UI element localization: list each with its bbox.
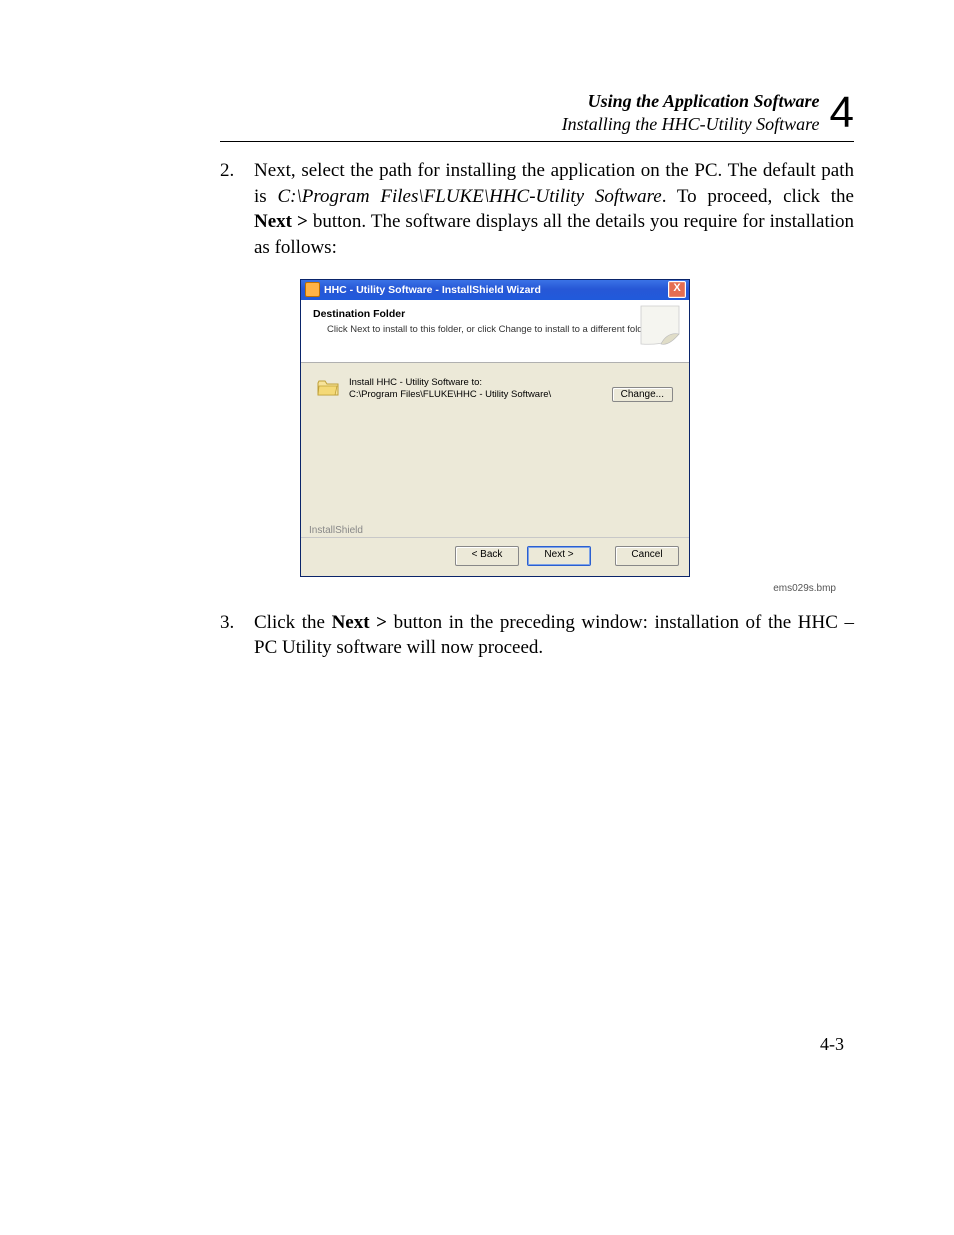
back-button[interactable]: < Back <box>455 546 519 566</box>
step-number: 2. <box>220 158 254 261</box>
next-button-ref: Next > <box>254 211 308 232</box>
window-title: HHC - Utility Software - InstallShield W… <box>324 284 541 296</box>
page-curl-icon <box>639 304 683 348</box>
step-text: Next, select the path for installing the… <box>254 158 854 261</box>
install-to-label: Install HHC - Utility Software to: <box>349 377 602 389</box>
banner-subtitle: Click Next to install to this folder, or… <box>327 324 679 335</box>
app-icon <box>305 282 320 297</box>
titlebar[interactable]: HHC - Utility Software - InstallShield W… <box>301 280 689 300</box>
cancel-button[interactable]: Cancel <box>615 546 679 566</box>
install-path-value: C:\Program Files\FLUKE\HHC - Utility Sof… <box>349 389 602 401</box>
image-caption: ems029s.bmp <box>300 583 836 594</box>
page-header: Using the Application Software Installin… <box>220 90 854 142</box>
close-button[interactable]: X <box>668 281 686 298</box>
step-2: 2. Next, select the path for installing … <box>220 158 854 261</box>
install-path: C:\Program Files\FLUKE\HHC-Utility Softw… <box>277 186 661 207</box>
dialog-banner: Destination Folder Click Next to install… <box>301 300 689 363</box>
installer-dialog: HHC - Utility Software - InstallShield W… <box>300 279 690 577</box>
banner-title: Destination Folder <box>313 308 679 320</box>
next-button-ref: Next > <box>332 612 387 633</box>
chapter-number: 4 <box>830 91 854 135</box>
step-3: 3. Click the Next > button in the preced… <box>220 610 854 661</box>
text-segment: button. The software displays all the de… <box>254 211 854 258</box>
button-row: < Back Next > Cancel <box>301 537 689 576</box>
step-number: 3. <box>220 610 254 661</box>
next-button[interactable]: Next > <box>527 546 591 566</box>
text-segment: . To proceed, click the <box>662 186 854 207</box>
text-segment: Click the <box>254 612 332 633</box>
change-button[interactable]: Change... <box>612 387 673 402</box>
step-text: Click the Next > button in the preceding… <box>254 610 854 661</box>
installshield-brand: InstallShield <box>309 525 363 536</box>
folder-icon <box>317 379 339 397</box>
header-title: Using the Application Software <box>562 90 820 113</box>
header-subtitle: Installing the HHC-Utility Software <box>562 113 820 136</box>
dialog-body: Install HHC - Utility Software to: C:\Pr… <box>301 363 689 537</box>
page-number: 4-3 <box>820 1034 844 1055</box>
